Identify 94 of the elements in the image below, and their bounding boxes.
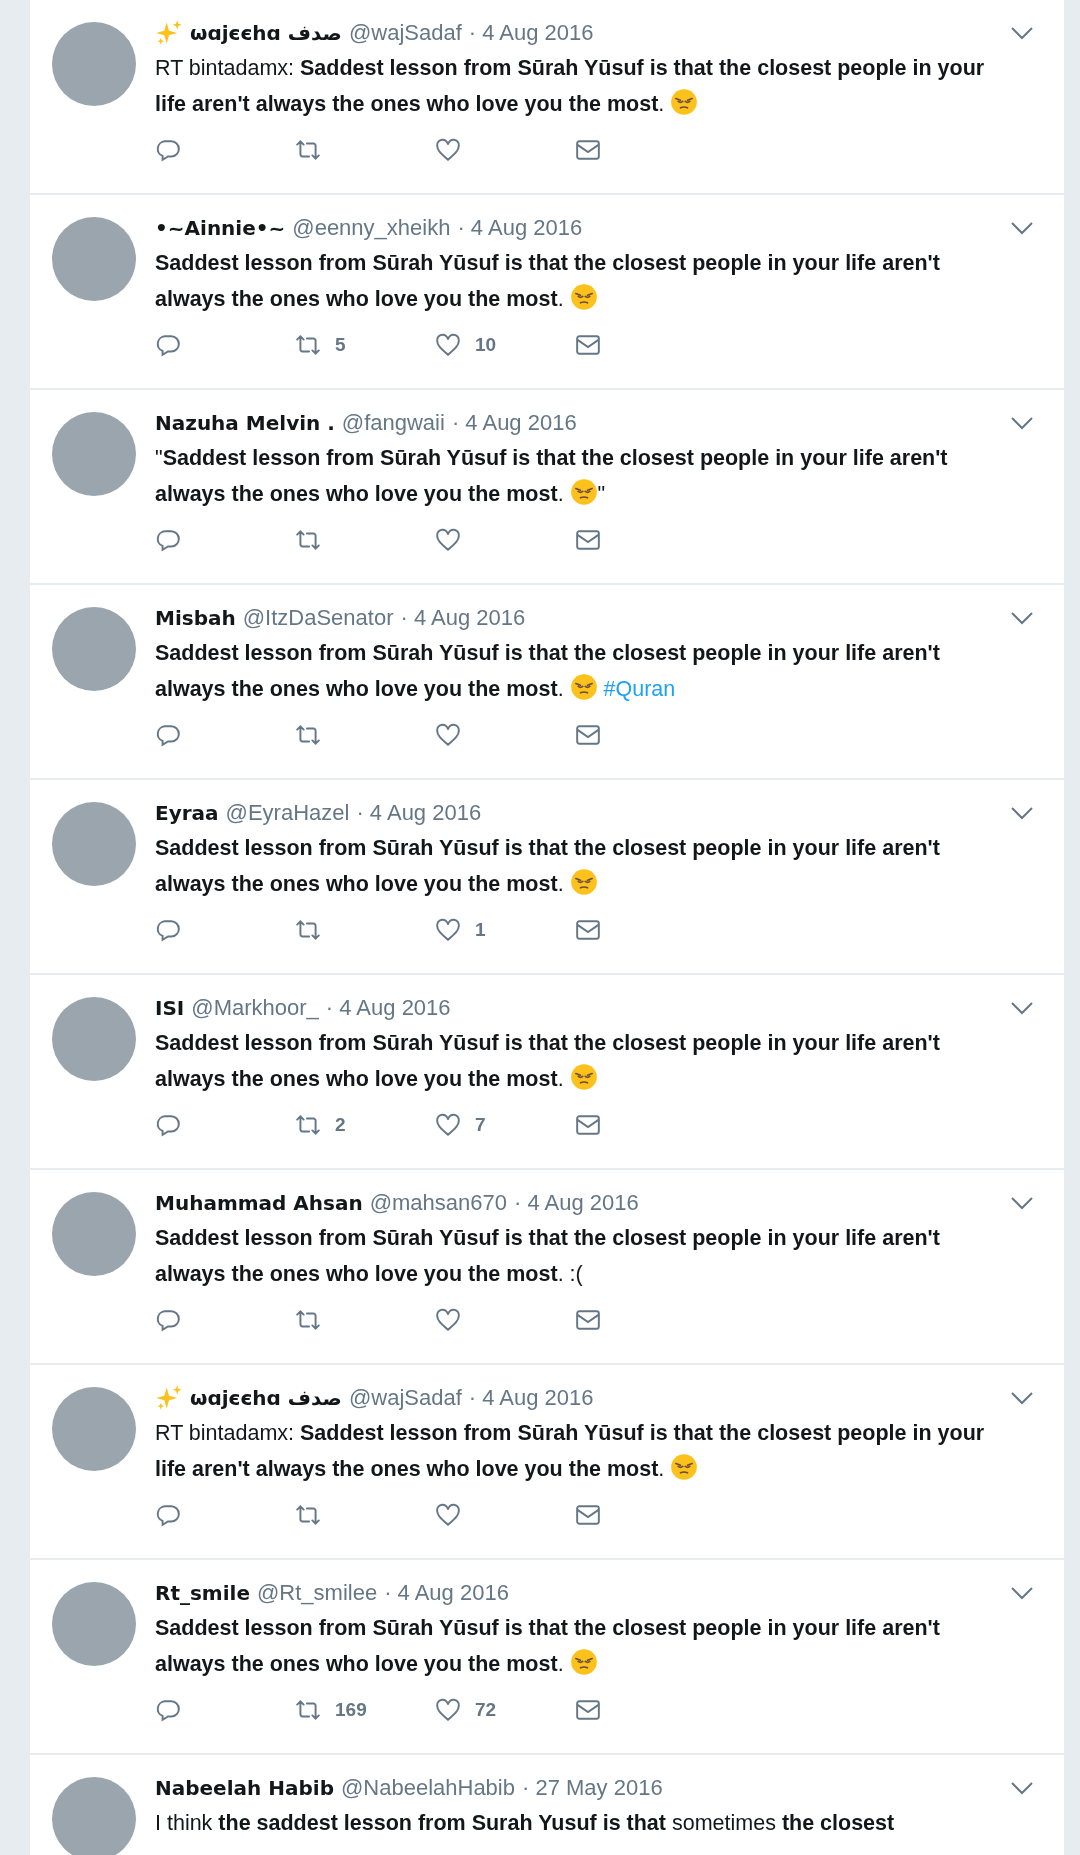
envelope-icon[interactable] bbox=[575, 722, 601, 748]
user-handle[interactable]: @eenny_xheikh bbox=[292, 213, 451, 243]
hashtag-link[interactable]: #Quran bbox=[603, 677, 676, 701]
chevron-down-icon[interactable] bbox=[1010, 1196, 1034, 1210]
tweet-date[interactable]: · 4 Aug 2016 bbox=[457, 213, 583, 243]
envelope-icon[interactable] bbox=[575, 1112, 601, 1138]
tweet-text: Saddest lesson from Sūrah Yūsuf is that the closest people in your life aren't always the ones who love you the most. bbox=[155, 1615, 941, 1678]
reply-icon[interactable] bbox=[155, 1112, 181, 1138]
envelope-icon[interactable] bbox=[575, 527, 601, 553]
tweet-text: Saddest lesson from Sūrah Yūsuf is that the closest people in your life aren't always the ones who love you the most. bbox=[155, 250, 941, 313]
reply-icon[interactable] bbox=[155, 722, 181, 748]
heart-icon[interactable] bbox=[435, 1697, 461, 1723]
tweet-date[interactable]: · 4 Aug 2016 bbox=[400, 603, 526, 633]
tweet-text: I think the saddest lesson from Surah Yusuf is that sometimes the closest bbox=[155, 1810, 896, 1837]
chevron-down-icon[interactable] bbox=[1010, 416, 1034, 430]
envelope-icon[interactable] bbox=[575, 332, 601, 358]
chevron-down-icon[interactable] bbox=[1010, 611, 1034, 625]
user-handle[interactable]: @mahsan670 bbox=[369, 1188, 507, 1218]
tweet-date[interactable]: · 27 May 2016 bbox=[522, 1773, 663, 1803]
envelope-icon[interactable] bbox=[575, 917, 601, 943]
chevron-down-icon[interactable] bbox=[1010, 1781, 1034, 1795]
reply-icon[interactable] bbox=[155, 527, 181, 553]
tweet-date[interactable]: · 4 Aug 2016 bbox=[468, 18, 594, 48]
reply-icon[interactable] bbox=[155, 1697, 181, 1723]
user-handle[interactable]: @ItzDaSenator bbox=[242, 603, 394, 633]
retweet-icon[interactable] bbox=[295, 332, 321, 358]
heart-icon[interactable] bbox=[435, 917, 461, 943]
heart-icon[interactable] bbox=[435, 137, 461, 163]
tweet-text: Saddest lesson from Sūrah Yūsuf is that the closest people in your life aren't always the ones who love you the most. bbox=[155, 1030, 941, 1093]
reply-icon[interactable] bbox=[155, 1307, 181, 1333]
heart-icon[interactable] bbox=[435, 332, 461, 358]
user-name[interactable]: ωɑjєєhɑ صدف bbox=[190, 1383, 342, 1413]
retweet-icon[interactable] bbox=[295, 137, 321, 163]
chevron-down-icon[interactable] bbox=[1010, 1586, 1034, 1600]
tweet-text: Saddest lesson from Sūrah Yūsuf is that the closest people in your life aren't always the ones who love you the most. bbox=[155, 835, 941, 898]
tweet-date[interactable]: · 4 Aug 2016 bbox=[325, 993, 451, 1023]
retweet-icon[interactable] bbox=[295, 1502, 321, 1528]
heart-icon[interactable] bbox=[435, 1307, 461, 1333]
user-name[interactable]: Misbah bbox=[155, 603, 236, 633]
tweet-date[interactable]: · 4 Aug 2016 bbox=[514, 1188, 639, 1218]
retweet-icon[interactable] bbox=[295, 1697, 321, 1723]
retweet-icon[interactable] bbox=[295, 1112, 321, 1138]
chevron-down-icon[interactable] bbox=[1010, 1001, 1034, 1015]
heart-icon[interactable] bbox=[435, 1112, 461, 1138]
like-count: 1 bbox=[475, 917, 486, 942]
user-name[interactable]: Nazuha Melvin . bbox=[155, 408, 335, 438]
user-handle[interactable]: @NabeelahHabib bbox=[340, 1773, 515, 1803]
reply-icon[interactable] bbox=[155, 137, 181, 163]
chevron-down-icon[interactable] bbox=[1010, 806, 1034, 820]
envelope-icon[interactable] bbox=[575, 1307, 601, 1333]
tweet-date[interactable]: · 4 Aug 2016 bbox=[468, 1383, 594, 1413]
tweet-text: RT bintadamx: Saddest lesson from Sūrah Yūsuf is that the closest people in your life aren't always the ones who love you the most. bbox=[155, 55, 986, 118]
retweet-icon[interactable] bbox=[295, 917, 321, 943]
tweet-date[interactable]: · 4 Aug 2016 bbox=[356, 798, 482, 828]
tweet-date[interactable]: · 4 Aug 2016 bbox=[451, 408, 577, 438]
reply-icon[interactable] bbox=[155, 332, 181, 358]
heart-icon[interactable] bbox=[435, 1502, 461, 1528]
chevron-down-icon[interactable] bbox=[1010, 221, 1034, 235]
retweet-icon[interactable] bbox=[295, 527, 321, 553]
user-handle[interactable]: @wajSadaf bbox=[348, 1383, 462, 1413]
retweet-count: 169 bbox=[335, 1697, 367, 1722]
heart-icon[interactable] bbox=[435, 527, 461, 553]
tweet-text: RT bintadamx: Saddest lesson from Sūrah Yūsuf is that the closest people in your life aren't always the ones who love you the most. bbox=[155, 1420, 986, 1483]
tweet-text: Saddest lesson from Sūrah Yūsuf is that the closest people in your life aren't always the ones who love you the most. :( bbox=[155, 1225, 941, 1288]
user-name[interactable]: ISI bbox=[155, 993, 185, 1023]
like-count: 7 bbox=[475, 1112, 486, 1137]
envelope-icon[interactable] bbox=[575, 1502, 601, 1528]
retweet-icon[interactable] bbox=[295, 1307, 321, 1333]
retweet-icon[interactable] bbox=[295, 722, 321, 748]
envelope-icon[interactable] bbox=[575, 137, 601, 163]
reply-icon[interactable] bbox=[155, 1502, 181, 1528]
tweet-date[interactable]: · 4 Aug 2016 bbox=[384, 1578, 509, 1608]
user-handle[interactable]: @fangwaii bbox=[341, 408, 445, 438]
user-name[interactable]: Nabeelah Habib bbox=[155, 1773, 334, 1803]
user-name[interactable]: Eyraa bbox=[155, 798, 219, 828]
heart-icon[interactable] bbox=[435, 722, 461, 748]
user-handle[interactable]: @Markhoor_ bbox=[191, 993, 319, 1023]
reply-icon[interactable] bbox=[155, 917, 181, 943]
tweet-text: "Saddest lesson from Sūrah Yūsuf is that the closest people in your life aren't always the ones who love you the most. " bbox=[155, 445, 949, 508]
tweet-text: Saddest lesson from Sūrah Yūsuf is that the closest people in your life aren't always the ones who love you the most. #Quran bbox=[155, 640, 941, 703]
like-count: 10 bbox=[475, 332, 497, 357]
like-count: 72 bbox=[475, 1697, 497, 1722]
user-name[interactable]: Rt_smile bbox=[155, 1578, 250, 1608]
retweet-count: 5 bbox=[335, 332, 346, 357]
chevron-down-icon[interactable] bbox=[1010, 26, 1034, 40]
chevron-down-icon[interactable] bbox=[1010, 1391, 1034, 1405]
user-handle[interactable]: @Rt_smilee bbox=[257, 1578, 378, 1608]
user-name[interactable]: •~Ainnie•~ bbox=[155, 213, 286, 243]
user-name[interactable]: Muhammad Ahsan bbox=[155, 1188, 363, 1218]
user-handle[interactable]: @wajSadaf bbox=[348, 18, 462, 48]
retweet-count: 2 bbox=[335, 1112, 346, 1137]
user-name[interactable]: ωɑjєєhɑ صدف bbox=[190, 18, 342, 48]
envelope-icon[interactable] bbox=[575, 1697, 601, 1723]
user-handle[interactable]: @EyraHazel bbox=[225, 798, 350, 828]
